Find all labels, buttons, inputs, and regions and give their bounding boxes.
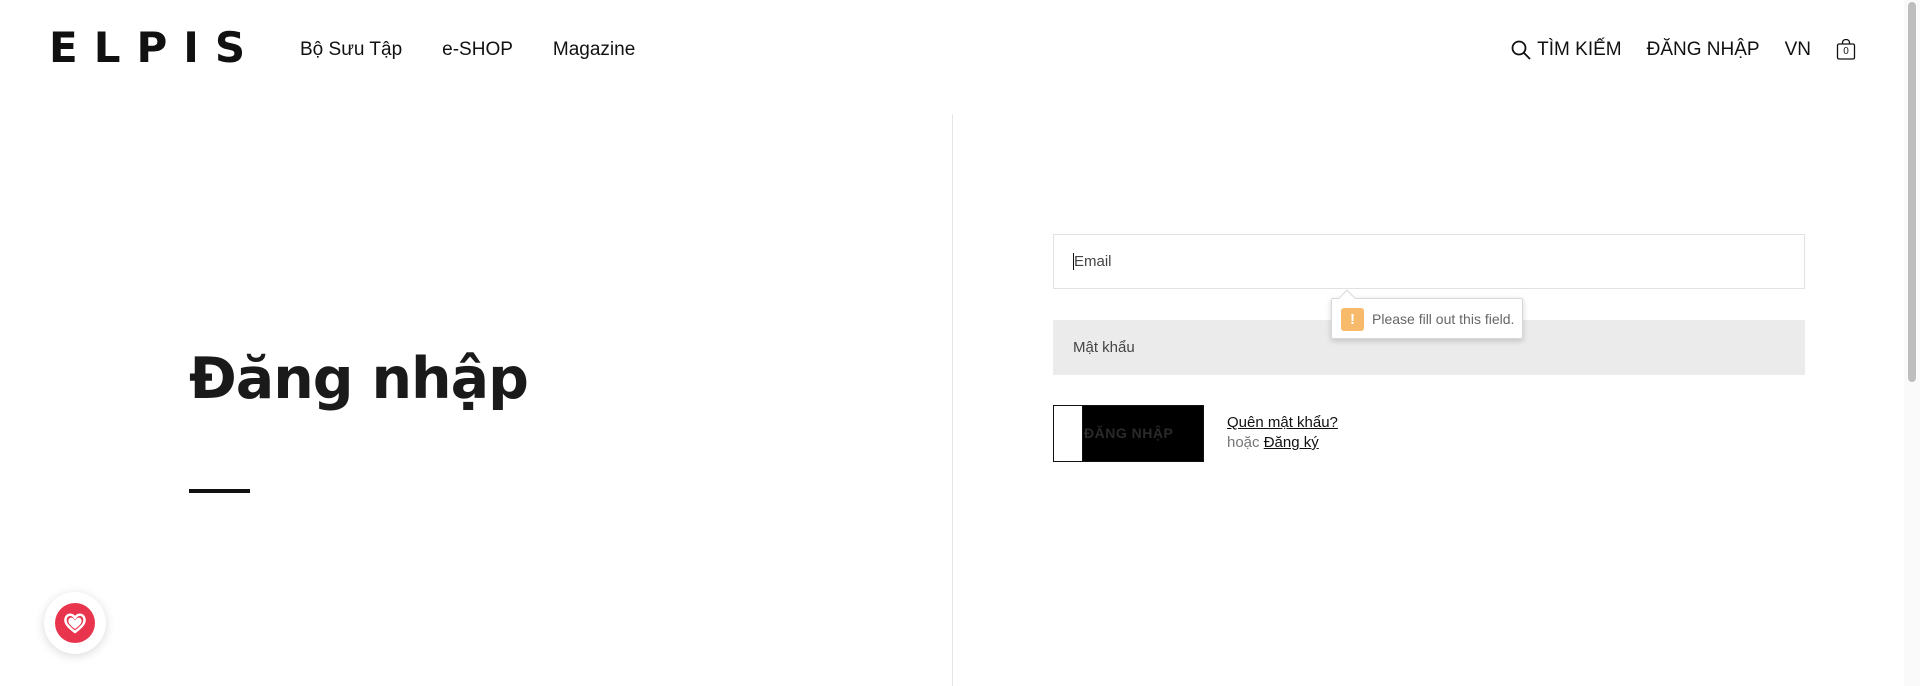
search-label: TÌM KIẾM: [1537, 39, 1622, 60]
search-icon: [1511, 40, 1531, 60]
bag-icon: 0: [1836, 39, 1856, 61]
register-link[interactable]: Đăng ký: [1264, 434, 1319, 451]
title-underline: [189, 489, 250, 493]
site-header: ELPIS Bộ Sưu Tập e-SHOP Magazine TÌM KIẾ…: [0, 0, 1920, 100]
auth-links: Quên mật khẩu? hoặc Đăng ký: [1227, 413, 1338, 453]
forgot-password-link[interactable]: Quên mật khẩu?: [1227, 413, 1338, 433]
nav-item-magazine[interactable]: Magazine: [553, 38, 635, 62]
cart-count: 0: [1843, 46, 1849, 57]
validation-tooltip: ! Please fill out this field.: [1331, 289, 1523, 339]
button-left-block: [1054, 406, 1083, 461]
main-nav: Bộ Sưu Tập e-SHOP Magazine: [300, 38, 635, 62]
favorites-button[interactable]: [44, 592, 106, 654]
email-field[interactable]: [1053, 234, 1805, 289]
header-actions: TÌM KIẾM ĐĂNG NHẬP VN 0: [1511, 38, 1856, 62]
login-submit-button[interactable]: ĐĂNG NHẬP: [1053, 405, 1204, 462]
tooltip-arrow: [1338, 289, 1356, 307]
cart-button[interactable]: 0: [1836, 39, 1856, 61]
text-caret: [1073, 253, 1074, 270]
heart-icon: [55, 603, 95, 643]
nav-item-collection[interactable]: Bộ Sưu Tập: [300, 38, 402, 62]
page-scrollbar[interactable]: [1904, 0, 1920, 686]
nav-item-eshop[interactable]: e-SHOP: [442, 38, 513, 62]
scrollbar-thumb[interactable]: [1908, 2, 1916, 382]
or-text: hoặc: [1227, 434, 1260, 451]
search-button[interactable]: TÌM KIẾM: [1511, 38, 1622, 62]
validation-message: Please fill out this field.: [1372, 310, 1515, 327]
warning-icon: !: [1341, 308, 1364, 331]
login-link[interactable]: ĐĂNG NHẬP: [1647, 38, 1760, 62]
language-switch[interactable]: VN: [1785, 38, 1811, 62]
login-submit-label: ĐĂNG NHẬP: [1084, 425, 1174, 441]
site-logo[interactable]: ELPIS: [49, 26, 261, 70]
page-title: Đăng nhập: [189, 346, 529, 412]
panel-divider: [952, 114, 953, 686]
